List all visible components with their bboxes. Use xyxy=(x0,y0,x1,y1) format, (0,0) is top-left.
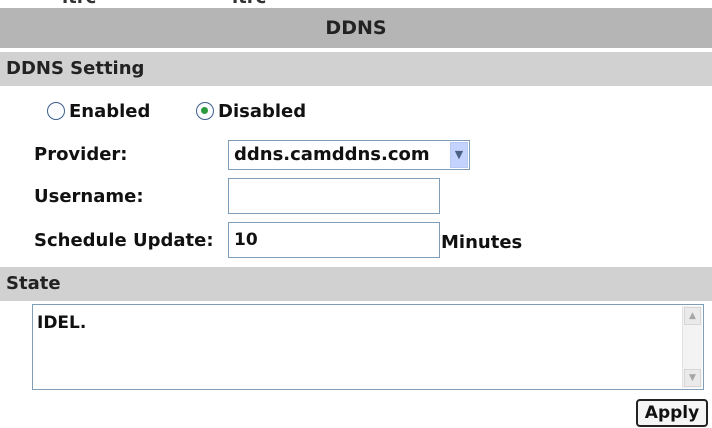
radio-disabled[interactable]: Disabled xyxy=(196,96,306,126)
page-title: DDNS xyxy=(0,8,712,48)
clipped-text-right: ltrc xyxy=(232,0,266,8)
section-header-ddns-setting: DDNS Setting xyxy=(0,52,712,86)
radio-disabled-circle[interactable] xyxy=(196,102,214,120)
clipped-text-left: ltrc xyxy=(62,0,96,8)
username-label: Username: xyxy=(34,186,144,207)
schedule-update-input[interactable] xyxy=(228,222,440,258)
schedule-update-label: Schedule Update: xyxy=(34,230,214,251)
schedule-unit-label: Minutes xyxy=(441,232,523,253)
provider-select[interactable]: ddns.camddns.com ▼ xyxy=(228,140,470,170)
radio-enabled-label: Enabled xyxy=(69,100,151,122)
provider-select-value: ddns.camddns.com xyxy=(234,144,430,165)
provider-label: Provider: xyxy=(34,144,128,165)
username-input[interactable] xyxy=(228,178,440,214)
section-header-state: State xyxy=(0,267,712,301)
state-text: IDEL. xyxy=(37,313,87,333)
apply-button[interactable]: Apply xyxy=(636,399,708,427)
clipped-top-text: ltrc ltrc xyxy=(0,0,712,8)
radio-disabled-label: Disabled xyxy=(218,100,307,122)
scroll-down-icon[interactable]: ▼ xyxy=(684,369,701,387)
scroll-up-icon[interactable]: ▲ xyxy=(684,307,701,325)
state-scrollbar[interactable]: ▲ ▼ xyxy=(682,306,702,388)
chevron-down-icon[interactable]: ▼ xyxy=(450,142,468,168)
state-textarea[interactable]: IDEL. ▲ ▼ xyxy=(32,304,704,390)
radio-enabled-circle[interactable] xyxy=(47,102,65,120)
radio-enabled[interactable]: Enabled xyxy=(47,96,150,126)
